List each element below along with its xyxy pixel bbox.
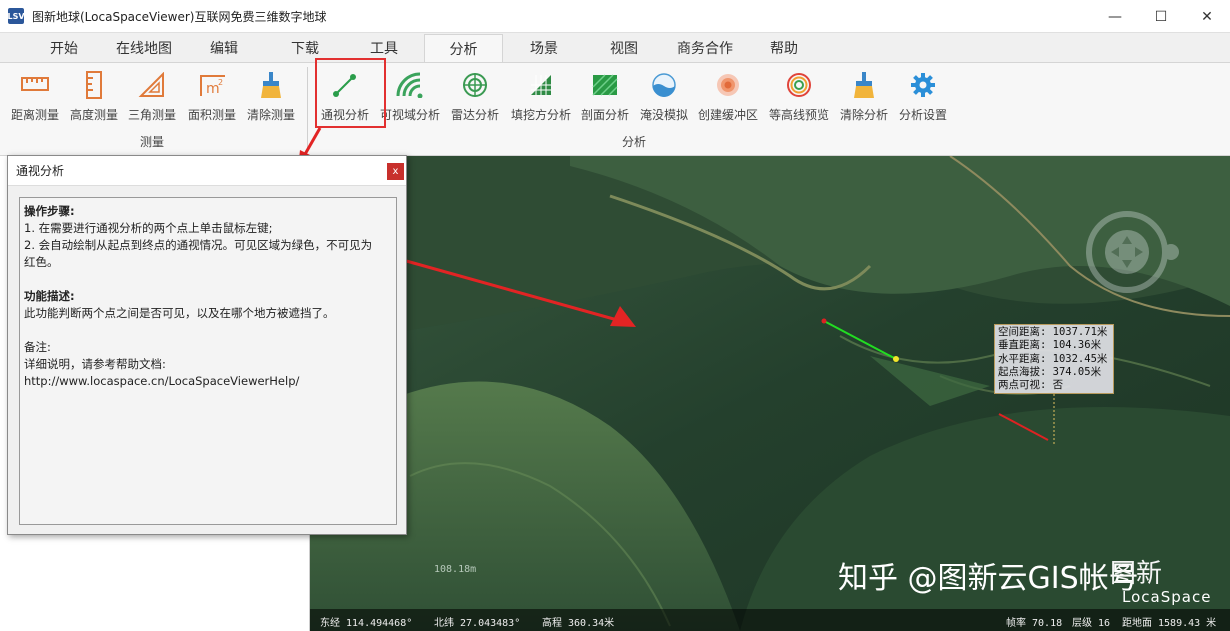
gear-icon [909, 71, 937, 99]
viewshed-icon [396, 71, 424, 99]
analysis-settings-label: 分析设置 [898, 108, 947, 122]
app-logo-icon: LSV [7, 8, 25, 24]
buffer-icon [714, 71, 742, 99]
highlight-box [315, 58, 386, 128]
close-icon[interactable]: ✕ [1184, 0, 1230, 33]
flood-label: 淹没模拟 [639, 108, 688, 122]
horizontal-distance: 水平距离: 1032.45米 [998, 352, 1108, 365]
menu-tabs: 开始 在线地图 编辑 下载 工具 分析 场景 视图 商务合作 帮助 [0, 33, 1230, 62]
space-distance: 空间距离: 1037.71米 [998, 326, 1108, 338]
buffer-button[interactable]: 创建缓冲区 [695, 69, 761, 129]
flood-icon [650, 71, 678, 99]
distance-measure-label: 距离测量 [10, 108, 59, 122]
app-window: LSV 图新地球(LocaSpaceViewer)互联网免费三维数字地球 — ☐… [0, 0, 1230, 631]
status-level: 层级 16 [1072, 618, 1111, 629]
contour-icon [785, 71, 813, 99]
area-m2-icon: m2 [198, 71, 226, 99]
start-point-marker [821, 318, 827, 324]
ribbon: 距离测量 高度测量 三角测量 m2 面积测量 清除测量 测量 通视分析 可视域分… [0, 62, 1230, 156]
dialog-title: 通视分析 [8, 156, 406, 186]
height-measure-label: 高度测量 [69, 108, 118, 122]
tab-start[interactable]: 开始 [34, 34, 94, 62]
step-1: 1. 在需要进行通视分析的两个点上单击鼠标左键; [24, 221, 273, 235]
title-bar: LSV 图新地球(LocaSpaceViewer)互联网免费三维数字地球 — ☐… [0, 0, 1230, 33]
line-of-sight-dialog: 通视分析 x 操作步骤: 1. 在需要进行通视分析的两个点上单击鼠标左键; 2.… [7, 155, 407, 535]
note-text: 详细说明，请参考帮助文档: [24, 357, 166, 371]
triangle-measure-button[interactable]: 三角测量 [124, 69, 180, 129]
tab-help[interactable]: 帮助 [756, 34, 812, 62]
end-point-marker [893, 356, 899, 362]
tab-scene[interactable]: 场景 [516, 34, 572, 62]
cut-fill-button[interactable]: 填挖方分析 [508, 69, 574, 129]
measure-group-label: 测量 [140, 135, 165, 149]
radar-label: 雷达分析 [450, 108, 499, 122]
ruler-icon [21, 71, 49, 99]
measurement-label: 空间距离: 1037.71米 垂直距离: 104.36米 水平距离: 1032.… [994, 324, 1114, 394]
analysis-group-label: 分析 [622, 135, 647, 149]
profile-button[interactable]: 剖面分析 [578, 69, 632, 129]
status-ground-distance: 距地面 1589.43 米 [1122, 618, 1217, 629]
contour-label: 等高线预览 [768, 108, 829, 122]
step-2-line-1: 2. 会自动绘制从起点到终点的通视情况。可见区域为绿色，不可见为 [24, 238, 373, 252]
brand-logo-en: LocaSpace [1122, 588, 1212, 606]
scale-bar-label: 108.18m [434, 564, 477, 575]
maximize-icon[interactable]: ☐ [1138, 0, 1184, 33]
viewshed-label: 可视域分析 [379, 108, 440, 122]
window-title: 图新地球(LocaSpaceViewer)互联网免费三维数字地球 [32, 9, 327, 24]
cut-fill-icon [527, 71, 555, 99]
area-measure-button[interactable]: m2 面积测量 [183, 69, 241, 129]
note-heading: 备注: [24, 340, 51, 354]
flood-button[interactable]: 淹没模拟 [637, 69, 691, 129]
help-link[interactable]: http://www.locaspace.cn/LocaSpaceViewerH… [24, 373, 392, 390]
clear-analysis-button[interactable]: 清除分析 [836, 69, 892, 129]
analysis-settings-button[interactable]: 分析设置 [896, 69, 950, 129]
steps-heading: 操作步骤: [24, 204, 75, 218]
status-fps: 帧率 70.18 [1006, 618, 1063, 629]
cut-fill-label: 填挖方分析 [510, 108, 571, 122]
brand-logo-cn: 图新 [1110, 559, 1163, 589]
tab-business[interactable]: 商务合作 [670, 34, 740, 62]
tab-view[interactable]: 视图 [596, 34, 652, 62]
profile-icon [591, 71, 619, 99]
step-2-line-2: 红色。 [24, 255, 59, 269]
height-measure-button[interactable]: 高度测量 [66, 69, 122, 129]
clear-measure-button[interactable]: 清除测量 [243, 69, 299, 129]
start-altitude: 起点海拔: 374.05米 [998, 365, 1102, 378]
description-heading: 功能描述: [24, 289, 75, 303]
status-bar: 东经 114.494468° 北纬 27.043483° 高程 360.34米 … [310, 609, 1230, 631]
status-longitude: 东经 114.494468° [320, 618, 413, 629]
dialog-content: 操作步骤: 1. 在需要进行通视分析的两个点上单击鼠标左键; 2. 会自动绘制从… [19, 197, 397, 525]
viewshed-button[interactable]: 可视域分析 [378, 69, 442, 129]
watermark-text: 知乎 @图新云GIS帐号 [838, 561, 1139, 596]
buffer-label: 创建缓冲区 [697, 108, 758, 122]
triangle-measure-label: 三角测量 [127, 108, 176, 122]
minimize-icon[interactable]: — [1092, 0, 1138, 33]
area-measure-label: 面积测量 [187, 108, 236, 122]
clear-analysis-label: 清除分析 [839, 108, 888, 122]
brush-icon [257, 71, 285, 99]
distance-measure-button[interactable]: 距离测量 [6, 69, 64, 129]
status-latitude: 北纬 27.043483° [434, 618, 521, 629]
dialog-close-button[interactable]: x [387, 163, 404, 180]
contour-button[interactable]: 等高线预览 [766, 69, 832, 129]
profile-label: 剖面分析 [580, 108, 629, 122]
svg-text:2: 2 [218, 78, 223, 87]
brush-icon [850, 71, 878, 99]
tab-edit[interactable]: 编辑 [196, 34, 252, 62]
radar-icon [461, 71, 489, 99]
tab-analysis[interactable]: 分析 [424, 34, 503, 62]
clear-measure-label: 清除测量 [246, 108, 295, 122]
description-text: 此功能判断两个点之间是否可见，以及在哪个地方被遮挡了。 [24, 306, 335, 320]
height-ruler-icon [80, 71, 108, 99]
vertical-distance: 垂直距离: 104.36米 [998, 339, 1102, 352]
tab-online-map[interactable]: 在线地图 [104, 34, 184, 62]
triangle-ruler-icon [138, 71, 166, 99]
status-elevation: 高程 360.34米 [542, 618, 615, 629]
visibility-result: 两点可视: 否 [998, 379, 1064, 392]
radar-button[interactable]: 雷达分析 [448, 69, 502, 129]
